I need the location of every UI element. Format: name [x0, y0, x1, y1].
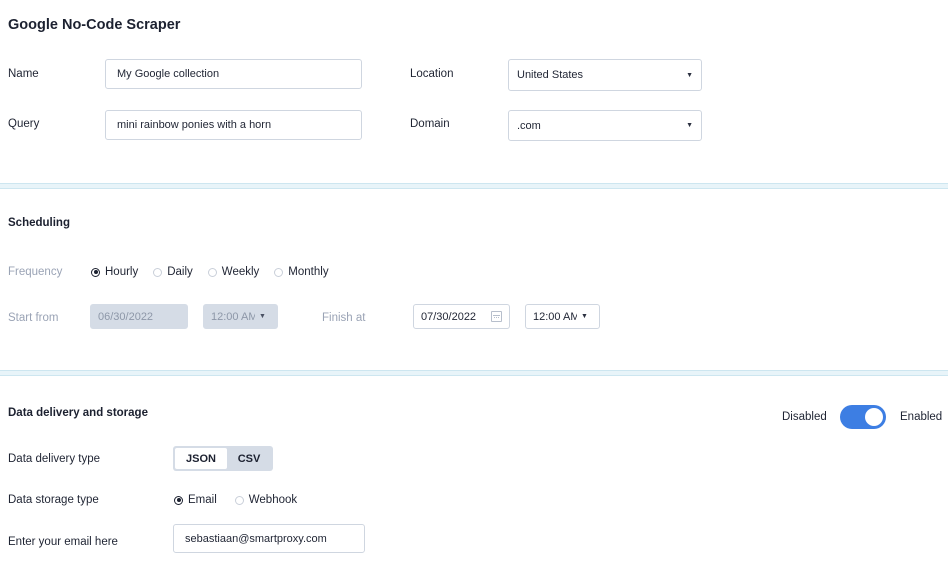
- delivery-enabled-toggle[interactable]: [840, 405, 886, 429]
- start-date-input[interactable]: 06/30/2022: [90, 304, 188, 329]
- domain-select[interactable]: .com ▼: [508, 110, 702, 141]
- chevron-down-icon: ▼: [259, 313, 266, 320]
- radio-unchecked-icon: [234, 495, 244, 505]
- toggle-knob: [865, 408, 883, 426]
- query-input-value: mini rainbow ponies with a horn: [117, 119, 272, 131]
- frequency-option-weekly[interactable]: Weekly: [207, 266, 259, 278]
- email-input[interactable]: sebastiaan@smartproxy.com: [173, 524, 365, 553]
- radio-checked-icon: [174, 495, 183, 505]
- location-label: Location: [410, 68, 454, 80]
- chevron-down-icon: ▼: [686, 122, 693, 129]
- domain-label: Domain: [410, 118, 450, 130]
- start-from-label: Start from: [8, 312, 59, 324]
- storage-type-label: Data storage type: [8, 494, 99, 506]
- delivery-type-toggle: JSON CSV: [173, 446, 273, 471]
- scheduling-title: Scheduling: [8, 217, 70, 229]
- chevron-down-icon: ▼: [581, 313, 588, 320]
- start-time-value: 12:00 AM: [211, 310, 255, 323]
- storage-option-email[interactable]: Email: [174, 494, 217, 506]
- start-time-select[interactable]: 12:00 AM ▼: [203, 304, 278, 329]
- radio-unchecked-icon: [274, 267, 284, 277]
- frequency-option-hourly[interactable]: Hourly: [91, 266, 138, 278]
- radio-unchecked-icon: [153, 267, 163, 277]
- start-date-value: 06/30/2022: [98, 310, 154, 323]
- finish-date-value: 07/30/2022: [421, 310, 477, 323]
- email-label: Enter your email here: [8, 536, 118, 548]
- finish-at-label: Finish at: [322, 312, 366, 324]
- finish-time-value: 12:00 AM: [533, 310, 577, 323]
- frequency-radio-group: Hourly Daily Weekly Monthly: [91, 266, 344, 278]
- domain-select-value: .com: [517, 119, 541, 132]
- calendar-icon[interactable]: [491, 311, 502, 322]
- page-title: Google No-Code Scraper: [8, 17, 181, 33]
- radio-unchecked-icon: [207, 267, 217, 277]
- section-divider: [0, 370, 948, 376]
- delivery-type-json[interactable]: JSON: [175, 448, 227, 469]
- delivery-type-label: Data delivery type: [8, 453, 101, 465]
- finish-date-input[interactable]: 07/30/2022: [413, 304, 510, 329]
- storage-option-webhook[interactable]: Webhook: [234, 494, 297, 506]
- location-select[interactable]: United States ▼: [508, 59, 702, 91]
- frequency-option-daily[interactable]: Daily: [153, 266, 193, 278]
- name-input[interactable]: My Google collection: [105, 59, 362, 89]
- frequency-option-monthly[interactable]: Monthly: [274, 266, 329, 278]
- delivery-type-csv[interactable]: CSV: [227, 448, 271, 469]
- toggle-disabled-label: Disabled: [782, 411, 827, 423]
- chevron-down-icon: ▼: [686, 71, 693, 79]
- delivery-title: Data delivery and storage: [8, 407, 148, 419]
- frequency-label: Frequency: [8, 266, 63, 278]
- query-input[interactable]: mini rainbow ponies with a horn: [105, 110, 362, 140]
- name-input-value: My Google collection: [117, 68, 220, 80]
- name-label: Name: [8, 68, 39, 80]
- toggle-enabled-label: Enabled: [900, 411, 943, 423]
- radio-checked-icon: [91, 267, 100, 277]
- email-input-value: sebastiaan@smartproxy.com: [185, 532, 327, 545]
- finish-time-select[interactable]: 12:00 AM ▼: [525, 304, 600, 329]
- query-label: Query: [8, 118, 40, 130]
- storage-radio-group: Email Webhook: [174, 494, 312, 506]
- location-select-value: United States: [517, 69, 584, 81]
- section-divider: [0, 183, 948, 189]
